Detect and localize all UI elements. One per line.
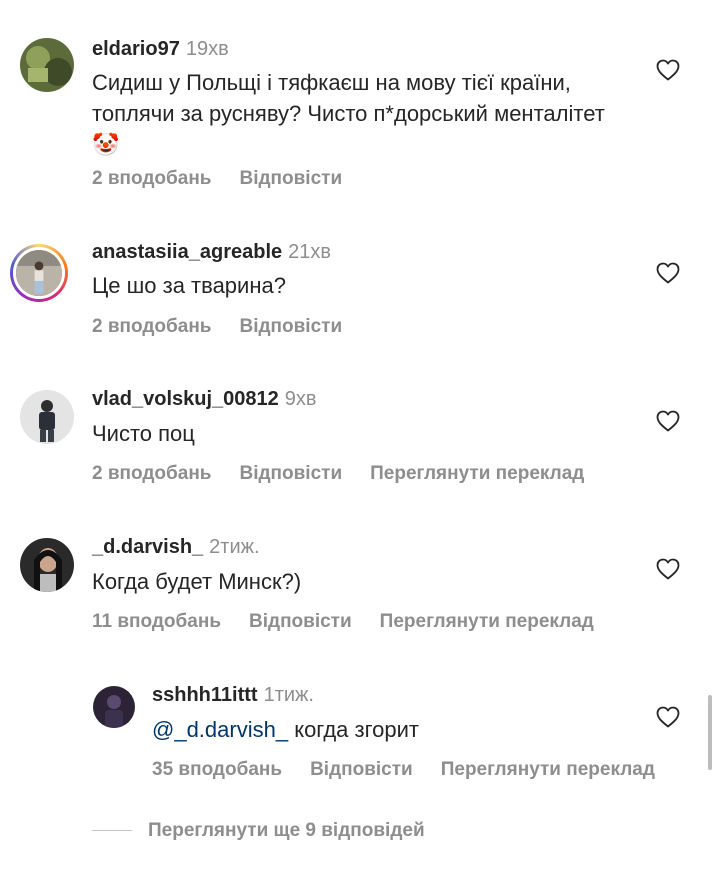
divider-line (92, 830, 132, 832)
comment-text: Чисто поц (92, 421, 195, 446)
timestamp: 19хв (185, 38, 229, 60)
comments-thread: eldario97 19хв Сидиш у Польщі і тяфкаєш н… (0, 0, 720, 883)
username[interactable]: anastasiia_agreable (92, 241, 282, 263)
heart-outline-icon[interactable] (656, 59, 680, 81)
comment-header: sshhh11ittt 1тиж. (152, 684, 314, 707)
heart-outline-icon[interactable] (656, 558, 680, 580)
likes-count[interactable]: 11 вподобань (92, 611, 221, 632)
heart-outline-icon[interactable] (656, 706, 680, 728)
comment-text: Це шо за тварина? (92, 273, 286, 298)
reply-button[interactable]: Відповісти (239, 316, 342, 337)
translate-button[interactable]: Переглянути переклад (441, 759, 655, 780)
username[interactable]: vlad_volskuj_00812 (92, 388, 279, 410)
comment-header: anastasiia_agreable 21хв (92, 241, 331, 264)
username[interactable]: _d.darvish_ (92, 536, 203, 558)
translate-button[interactable]: Переглянути переклад (370, 463, 584, 484)
mention-link[interactable]: @_d.darvish_ (152, 717, 288, 742)
avatar[interactable] (20, 538, 74, 592)
likes-count[interactable]: 2 вподобань (92, 168, 211, 189)
comment-actions: 2 вподобань Відповісти Переглянути перекла… (92, 463, 612, 485)
comment-header: eldario97 19хв (92, 38, 229, 61)
comment-actions: 2 вподобань Відповісти (92, 168, 370, 190)
likes-count[interactable]: 2 вподобань (92, 316, 211, 337)
comment-header: vlad_volskuj_00812 9хв (92, 388, 317, 411)
avatar[interactable] (20, 38, 74, 92)
comment-actions: 35 вподобань Відповісти Переглянути перекл… (152, 759, 655, 781)
avatar[interactable] (10, 244, 68, 302)
comment-text: Сидиш у Польщі і тяфкаєш на мову тієї кр… (92, 67, 612, 160)
reply-button[interactable]: Відповісти (310, 759, 413, 780)
reply-button[interactable]: Відповісти (239, 168, 342, 189)
timestamp: 1тиж. (263, 684, 314, 706)
timestamp: 21хв (288, 241, 331, 263)
comment-actions: 2 вподобань Відповісти (92, 316, 370, 338)
reply-button[interactable]: Відповісти (239, 463, 342, 484)
likes-count[interactable]: 2 вподобань (92, 463, 211, 484)
comment-body: Сидиш у Польщі і тяфкаєш на мову тієї кр… (92, 70, 605, 126)
timestamp: 2тиж. (209, 536, 260, 558)
clown-emoji: 🤡 (92, 132, 120, 157)
avatar[interactable] (93, 686, 135, 728)
avatar[interactable] (20, 390, 74, 444)
comment-text: @_d.darvish_ когда згорит (152, 714, 672, 745)
translate-button[interactable]: Переглянути переклад (380, 611, 594, 632)
heart-outline-icon[interactable] (656, 262, 680, 284)
view-more-label: Переглянути ще 9 відповідей (148, 820, 425, 841)
reply-button[interactable]: Відповісти (249, 611, 352, 632)
timestamp: 9хв (284, 388, 317, 410)
username[interactable]: sshhh11ittt (152, 684, 258, 706)
comment-header: _d.darvish_ 2тиж. (92, 536, 260, 559)
scrollbar[interactable] (708, 695, 712, 770)
likes-count[interactable]: 35 вподобань (152, 759, 282, 780)
heart-outline-icon[interactable] (656, 410, 680, 432)
comment-actions: 11 вподобань Відповісти Переглянути перекл… (92, 611, 622, 633)
view-more-replies-button[interactable]: Переглянути ще 9 відповідей (92, 820, 425, 842)
username[interactable]: eldario97 (92, 38, 180, 60)
comment-text: Когда будет Минск?) (92, 569, 302, 594)
comment-body: когда згорит (288, 717, 419, 742)
